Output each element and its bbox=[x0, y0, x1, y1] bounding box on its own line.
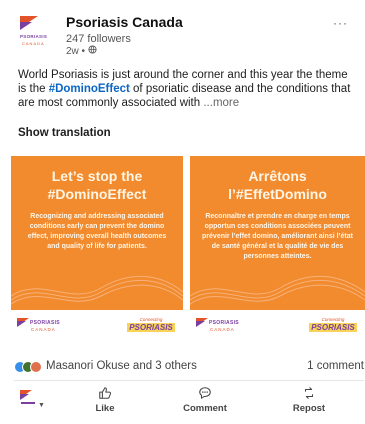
logo-text-bottom: CANADA bbox=[22, 41, 45, 46]
author-logo[interactable]: PSORIASIS CANADA bbox=[18, 16, 58, 48]
love-reaction-icon bbox=[30, 361, 42, 373]
logo-shape bbox=[21, 402, 35, 404]
panel-body-text: Recognizing and addressing associated co… bbox=[27, 213, 167, 250]
social-counts: Masanori Okuse and 3 others 1 comment bbox=[14, 358, 364, 376]
badge-top: Connecting bbox=[139, 317, 163, 322]
panel-title-line2: l’#EffetDomino bbox=[228, 186, 327, 202]
logo-shape bbox=[20, 394, 29, 400]
repost-icon bbox=[274, 386, 344, 402]
panel-body-text: Reconnaître et prendre en charge en temp… bbox=[202, 213, 353, 260]
post-meta: 2w • bbox=[66, 45, 97, 57]
badge-top: Connecting bbox=[321, 317, 345, 322]
post-image[interactable]: Let’s stop the #DominoEffect Recognizing… bbox=[0, 152, 365, 352]
post-body: World Psoriasis is just around the corne… bbox=[18, 68, 358, 110]
badge-bottom: PSORIASIS bbox=[309, 323, 357, 332]
repost-label: Repost bbox=[292, 403, 326, 414]
wave-decoration bbox=[11, 275, 183, 305]
action-bar: ▼ Like Comment Repost bbox=[0, 384, 365, 424]
like-label: Like bbox=[95, 403, 115, 414]
thumbs-up-icon bbox=[70, 386, 140, 402]
panel-footer: PSORIASIS CANADA Connecting PSORIASIS bbox=[11, 310, 183, 344]
logo-shape bbox=[20, 22, 32, 30]
comment-icon bbox=[170, 386, 240, 402]
repost-button[interactable]: Repost bbox=[274, 386, 344, 420]
panel-footer: PSORIASIS CANADA Connecting PSORIASIS bbox=[190, 310, 365, 344]
connecting-badge: Connecting PSORIASIS bbox=[127, 317, 175, 337]
footer-logo: PSORIASIS CANADA bbox=[196, 318, 244, 336]
author-name[interactable]: Psoriasis Canada bbox=[66, 14, 183, 30]
footer-logo-bottom: CANADA bbox=[210, 327, 235, 332]
wave-decoration bbox=[190, 275, 365, 305]
like-button[interactable]: Like bbox=[70, 386, 140, 420]
reaction-icons[interactable] bbox=[14, 361, 42, 373]
hashtag-link[interactable]: #DominoEffect bbox=[49, 83, 130, 95]
post-time: 2w • bbox=[66, 46, 88, 57]
panel-title-line1: Arrêtons bbox=[248, 168, 307, 184]
panel-title-line1: Let’s stop the bbox=[51, 168, 143, 184]
follower-count: 247 followers bbox=[66, 33, 131, 45]
footer-logo-top: PSORIASIS bbox=[209, 320, 239, 326]
more-options-icon[interactable]: ··· bbox=[333, 16, 348, 30]
show-translation-link[interactable]: Show translation bbox=[18, 127, 111, 139]
comment-label: Comment bbox=[183, 403, 227, 414]
logo-text-top: PSORIASIS bbox=[20, 34, 48, 39]
badge-bottom: PSORIASIS bbox=[127, 323, 175, 332]
logo-shape bbox=[196, 321, 205, 327]
globe-icon bbox=[88, 45, 97, 57]
footer-logo-bottom: CANADA bbox=[31, 327, 56, 332]
comment-button[interactable]: Comment bbox=[170, 386, 240, 420]
post-header: PSORIASIS CANADA Psoriasis Canada 247 fo… bbox=[18, 14, 348, 58]
divider bbox=[14, 380, 364, 381]
panel-title-line2: #DominoEffect bbox=[47, 186, 147, 202]
english-panel: Let’s stop the #DominoEffect Recognizing… bbox=[11, 156, 183, 344]
comment-count[interactable]: 1 comment bbox=[307, 360, 364, 372]
chevron-down-icon: ▼ bbox=[38, 402, 45, 409]
actor-switcher[interactable]: ▼ bbox=[20, 390, 48, 410]
french-panel: Arrêtons l’#EffetDomino Reconnaître et p… bbox=[190, 156, 365, 344]
logo-shape bbox=[17, 321, 26, 327]
reactions-summary[interactable]: Masanori Okuse and 3 others bbox=[46, 360, 197, 372]
connecting-badge: Connecting PSORIASIS bbox=[309, 317, 357, 337]
footer-logo: PSORIASIS CANADA bbox=[17, 318, 65, 336]
footer-logo-top: PSORIASIS bbox=[30, 320, 60, 326]
see-more-link[interactable]: ...more bbox=[203, 97, 239, 109]
